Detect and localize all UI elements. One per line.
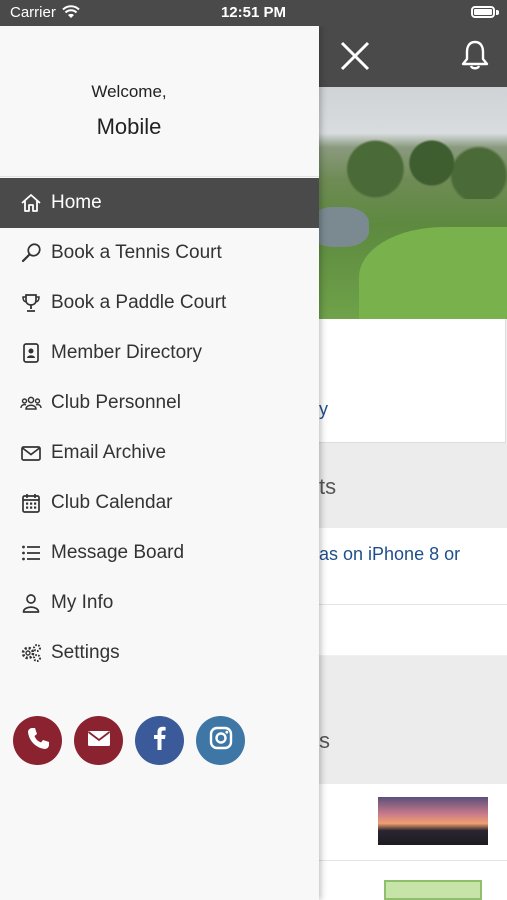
list-item[interactable]: as on iPhone 8 or (319, 528, 507, 605)
instagram-button[interactable] (196, 716, 245, 765)
calendar-icon (20, 492, 42, 514)
menu-item-email-archive[interactable]: Email Archive (0, 428, 319, 478)
menu-item-club-calendar[interactable]: Club Calendar (0, 478, 319, 528)
menu-item-label: My Info (51, 592, 114, 613)
envelope-icon (20, 442, 42, 464)
list-item[interactable] (319, 861, 507, 900)
social-links (13, 716, 245, 765)
menu-item-label: Message Board (51, 542, 185, 563)
people-icon (20, 392, 42, 414)
home-icon (20, 192, 42, 214)
username: Mobile (96, 114, 162, 139)
clock: 12:51 PM (220, 4, 287, 21)
menu-item-member-directory[interactable]: Member Directory (0, 328, 319, 378)
facebook-icon (147, 725, 173, 756)
list-item[interactable] (319, 784, 507, 861)
content-card: y (319, 319, 506, 443)
menu-item-label: Book a Tennis Court (51, 242, 222, 263)
menu-item-label: Email Archive (51, 442, 167, 463)
close-icon[interactable] (339, 40, 371, 77)
bell-icon[interactable] (461, 40, 489, 75)
menu-item-message-board[interactable]: Message Board (0, 528, 319, 578)
divider (0, 176, 319, 177)
section-header: s (319, 656, 507, 784)
list-item-title: as on iPhone 8 or (319, 544, 461, 564)
hero-image (319, 87, 507, 319)
list-item[interactable] (319, 605, 507, 655)
card-link[interactable]: y (319, 399, 328, 420)
trophy-icon (20, 292, 42, 314)
mail-icon (86, 725, 112, 756)
menu-item-label: Settings (51, 642, 120, 663)
menu-item-club-personnel[interactable]: Club Personnel (0, 378, 319, 428)
menu-item-label: Book a Paddle Court (51, 292, 227, 313)
menu-item-label: Home (51, 192, 102, 213)
app-header (319, 26, 507, 87)
status-bar: Carrier 12:51 PM (0, 0, 507, 26)
facebook-button[interactable] (135, 716, 184, 765)
menu-item-label: Club Personnel (51, 392, 181, 413)
email-button[interactable] (74, 716, 123, 765)
section-header: ts (319, 443, 507, 528)
menu-item-home[interactable]: Home (0, 178, 319, 228)
menu-item-label: Club Calendar (51, 492, 173, 513)
welcome-text: Welcome, (91, 82, 167, 101)
phone-icon (25, 725, 51, 756)
menu-item-label: Member Directory (51, 342, 202, 363)
section-title: s (319, 728, 330, 753)
thumbnail-image (378, 797, 488, 845)
menu-item-settings[interactable]: Settings (0, 628, 319, 678)
section-title: ts (319, 474, 337, 499)
drawer-menu: Home Book a Tennis Court Book a Paddle C… (0, 178, 319, 678)
list-icon (20, 542, 42, 564)
instagram-icon (208, 725, 234, 756)
phone-button[interactable] (13, 716, 62, 765)
thumbnail-image (384, 880, 482, 900)
contact-book-icon (20, 342, 42, 364)
tennis-racket-icon (20, 242, 42, 264)
menu-item-book-paddle-court[interactable]: Book a Paddle Court (0, 278, 319, 328)
battery-icon (471, 6, 495, 18)
user-icon (20, 592, 42, 614)
navigation-drawer: Welcome, Mobile Home Book a Tennis Court… (0, 26, 319, 900)
menu-item-my-info[interactable]: My Info (0, 578, 319, 628)
menu-item-book-tennis-court[interactable]: Book a Tennis Court (0, 228, 319, 278)
gears-icon (20, 642, 42, 664)
